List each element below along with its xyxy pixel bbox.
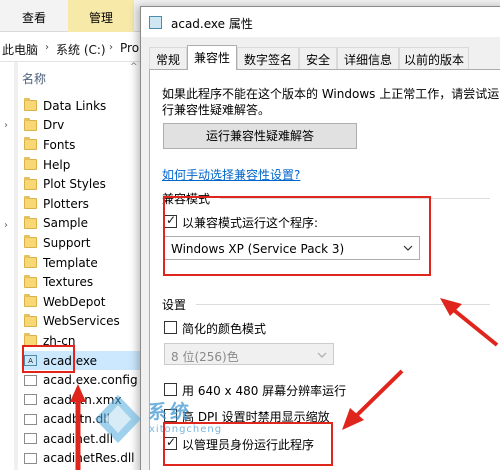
annotation-arrow-up: [70, 384, 86, 470]
watermark-text: 系统: [148, 401, 193, 423]
watermark-logo-icon: [95, 395, 141, 443]
tab-compatibility[interactable]: 兼容性: [187, 45, 237, 70]
annotation-arrow-up-left: [440, 298, 499, 347]
watermark-subtext: xitongcheng: [149, 424, 223, 435]
annotation-arrow-down-left: [342, 369, 404, 430]
screen: 查看 管理 此电脑 › 系统 (C:) › Pro › › 名称 ^ Data …: [0, 0, 500, 470]
watermark: 系统 xitongcheng: [93, 393, 273, 448]
